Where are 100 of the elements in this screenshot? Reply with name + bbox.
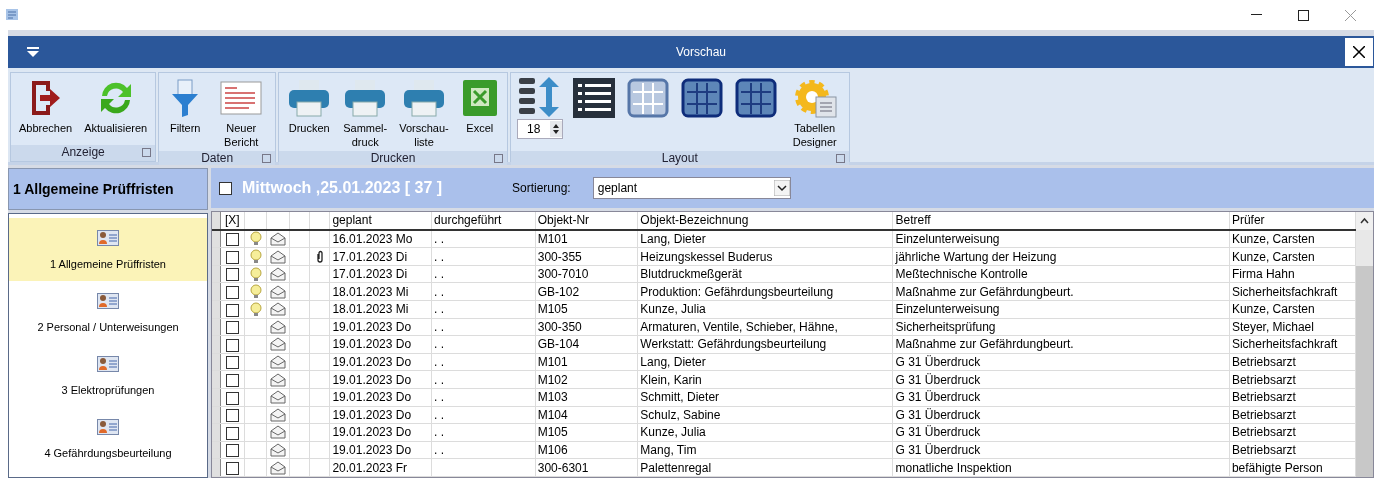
table-cell: G 31 Überdruck: [895, 390, 981, 405]
ribbon-button[interactable]: Filtern: [163, 73, 208, 151]
row-checkbox[interactable]: [225, 233, 239, 247]
table-cell: 19.01.2023 Do: [332, 443, 412, 458]
envelope-icon: [270, 460, 287, 475]
table-cell: Betriebsarzt: [1231, 407, 1296, 422]
table-cell: 17.01.2023 Di: [332, 267, 408, 282]
table-cell: Heizungskessel Buderus: [640, 249, 773, 264]
list-icon: [572, 78, 615, 118]
printer-icon: [287, 78, 332, 118]
table-cell: . .: [434, 319, 445, 334]
group-label: Drucken: [279, 151, 507, 165]
minimize-icon[interactable]: [1251, 14, 1262, 16]
column-header[interactable]: Objekt-Bezeichnung: [637, 212, 893, 230]
table-cell: 300-350: [537, 319, 582, 334]
envelope-icon: [270, 337, 287, 352]
close-button[interactable]: [1344, 37, 1374, 67]
close-icon: [1353, 46, 1365, 58]
table-cell: M101: [537, 355, 568, 370]
table-cell: M103: [537, 390, 568, 405]
contact-card-icon: [97, 229, 119, 246]
table-cell: 19.01.2023 Do: [332, 319, 412, 334]
table-cell: 19.01.2023 Do: [332, 372, 412, 387]
sort-label: Sortierung:: [512, 181, 571, 195]
row-height-spinner[interactable]: 18: [516, 119, 563, 139]
contact-card-icon: [97, 355, 119, 372]
row-checkbox[interactable]: [225, 286, 239, 299]
section-title: 1 Allgemeine Prüffristen: [8, 168, 208, 210]
table-cell: Maßnahme zur Gefährdungbeurt.: [895, 284, 1074, 299]
table-cell: . .: [434, 425, 445, 440]
row-checkbox[interactable]: [225, 268, 239, 282]
table-cell: Klein, Karin: [640, 372, 702, 387]
table-cell: Schulz, Sabine: [640, 407, 721, 422]
table-cell: Einzelunterweisung: [895, 231, 1000, 246]
column-header[interactable]: durchgeführt: [431, 212, 536, 230]
table-cell: 19.01.2023 Do: [332, 355, 412, 370]
table-cell: M102: [537, 372, 568, 387]
table-cell: Maßnahme zur Gefährdungbeurt.: [895, 337, 1074, 352]
app-icon: [6, 9, 20, 21]
printer-icon: [402, 78, 446, 118]
checkbox[interactable]: [219, 181, 232, 195]
column-header[interactable]: [X]: [220, 212, 245, 230]
table-cell: . .: [434, 231, 445, 246]
row-checkbox[interactable]: [225, 426, 239, 440]
row-checkbox[interactable]: [225, 409, 239, 423]
column-header[interactable]: Objekt-Nr: [535, 212, 638, 230]
window-title: Vorschau: [674, 45, 727, 59]
maximize-icon[interactable]: [1298, 9, 1309, 21]
table-cell: Firma Hahn: [1231, 267, 1295, 282]
envelope-icon: [270, 284, 287, 299]
sidebar-item[interactable]: 1 Allgemeine Prüffristen: [9, 218, 207, 281]
scroll-up-icon[interactable]: [1356, 212, 1373, 230]
row-checkbox[interactable]: [225, 462, 239, 475]
ribbon-button[interactable]: Abbrechen: [15, 73, 77, 145]
table-cell: . .: [434, 407, 445, 422]
table-cell: M101: [537, 231, 568, 246]
table-cell: M104: [537, 407, 568, 422]
envelope-icon: [270, 390, 287, 405]
group-label: Layout: [510, 151, 849, 165]
row-checkbox[interactable]: [225, 338, 239, 352]
row-checkbox[interactable]: [225, 321, 239, 335]
report-icon: [219, 80, 264, 116]
row-checkbox[interactable]: [225, 374, 239, 387]
table-cell: 18.01.2023 Mi: [332, 302, 409, 317]
column-header[interactable]: Prüfer: [1229, 212, 1356, 230]
ribbon-button[interactable]: Excel: [456, 73, 503, 151]
table-cell: GB-102: [537, 284, 580, 299]
table-cell: 19.01.2023 Do: [332, 425, 412, 440]
ribbon-button[interactable]: Tabellen Designer: [784, 73, 845, 151]
scrollbar[interactable]: [1356, 212, 1373, 477]
table-cell: 18.01.2023 Mi: [332, 284, 409, 299]
filter-icon: [170, 78, 201, 118]
excel-icon: [460, 78, 499, 118]
table-cell: Werkstatt: Gefährdungsbeurteilung: [640, 337, 827, 352]
row-checkbox[interactable]: [225, 250, 239, 264]
envelope-icon: [270, 425, 287, 440]
table-cell: Betriebsarzt: [1231, 443, 1296, 458]
ribbon-button[interactable]: Sammel-druck: [339, 73, 392, 151]
column-header[interactable]: geplant: [329, 212, 432, 230]
group-label: Anzeige: [11, 145, 156, 161]
table-cell: 17.01.2023 Di: [332, 249, 408, 264]
row-checkbox[interactable]: [225, 356, 239, 370]
table-cell: M105: [537, 302, 568, 317]
row-checkbox[interactable]: [225, 303, 239, 317]
table-cell: G 31 Überdruck: [895, 407, 981, 422]
column-header[interactable]: Betreff: [893, 212, 1230, 230]
table-cell: 300-355: [537, 249, 582, 264]
table-cell: Blutdruckmeßgerät: [640, 267, 742, 282]
ribbon-button[interactable]: Vorschau-liste: [395, 73, 453, 151]
ribbon-button[interactable]: Aktualisieren: [80, 73, 152, 145]
row-checkbox[interactable]: [225, 391, 239, 405]
ribbon-button[interactable]: Drucken: [283, 73, 336, 151]
table-cell: 19.01.2023 Do: [332, 337, 412, 352]
close-icon[interactable]: [1345, 9, 1356, 21]
sort-dropdown[interactable]: geplant: [592, 177, 791, 199]
table-cell: . .: [434, 249, 445, 264]
ribbon-button[interactable]: Neuer Bericht: [211, 73, 272, 151]
table-cell: Lang, Dieter: [640, 231, 706, 246]
table-cell: Einzelunterweisung: [895, 302, 1000, 317]
row-checkbox[interactable]: [225, 444, 239, 458]
